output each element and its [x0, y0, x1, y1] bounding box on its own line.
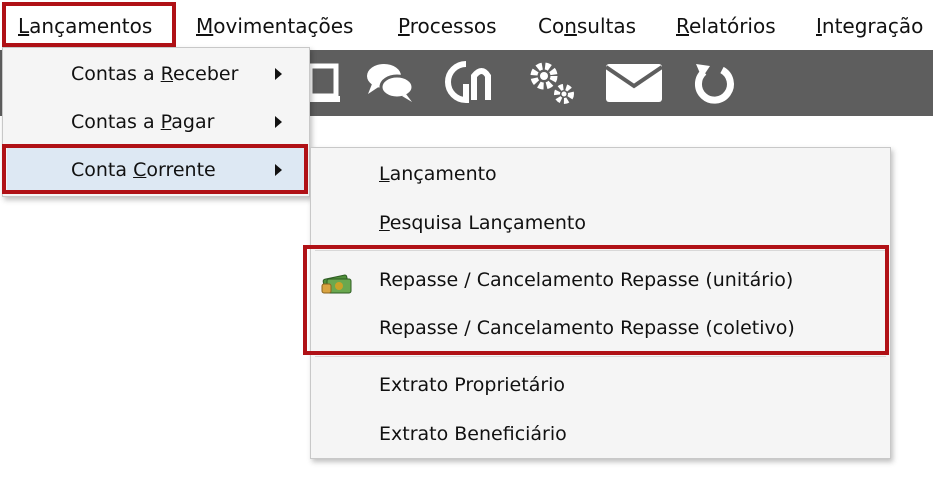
menu-item-extrato-beneficiario[interactable]: Extrato Beneficiário — [311, 412, 890, 456]
menu-integracao[interactable]: Integração — [816, 14, 923, 38]
menu-item-pesquisa-lancamento[interactable]: Pesquisa Lançamento — [311, 201, 890, 245]
mail-icon[interactable] — [604, 56, 664, 108]
gears-icon[interactable] — [524, 56, 576, 108]
menu-movimentacoes[interactable]: Movimentações — [196, 14, 353, 38]
menu-item-contas-receber[interactable]: Contas a Receber — [3, 52, 309, 96]
menu-relatorios[interactable]: Relatórios — [676, 14, 776, 38]
logo-icon[interactable] — [442, 56, 494, 108]
submenu-arrow-icon — [275, 116, 282, 128]
chat-icon[interactable] — [364, 56, 416, 108]
menu-item-repasse-coletivo[interactable]: Repasse / Cancelamento Repasse (coletivo… — [311, 306, 890, 350]
lancamentos-menu: Contas a Receber Contas a Pagar Conta Co… — [2, 47, 310, 197]
menu-item-lancamento[interactable]: Lançamento — [311, 152, 890, 196]
conta-corrente-submenu: Lançamento Pesquisa Lançamento Repasse /… — [310, 147, 891, 459]
money-icon — [321, 268, 353, 294]
submenu-arrow-icon — [275, 164, 282, 176]
menu-item-contas-pagar[interactable]: Contas a Pagar — [3, 100, 309, 144]
menu-separator — [315, 356, 886, 357]
menu-item-conta-corrente[interactable]: Conta Corrente — [7, 148, 307, 192]
menu-consultas[interactable]: Consultas — [538, 14, 636, 38]
refresh-icon[interactable] — [688, 56, 740, 108]
menu-item-extrato-proprietario[interactable]: Extrato Proprietário — [311, 363, 890, 407]
menu-bar: Lançamentos Movimentações Processos Cons… — [0, 0, 933, 50]
menu-separator — [315, 250, 886, 251]
menu-processos[interactable]: Processos — [398, 14, 497, 38]
menu-lancamentos[interactable]: Lançamentos — [18, 14, 152, 38]
menu-item-repasse-unitario[interactable]: Repasse / Cancelamento Repasse (unitário… — [311, 258, 890, 302]
submenu-arrow-icon — [275, 68, 282, 80]
